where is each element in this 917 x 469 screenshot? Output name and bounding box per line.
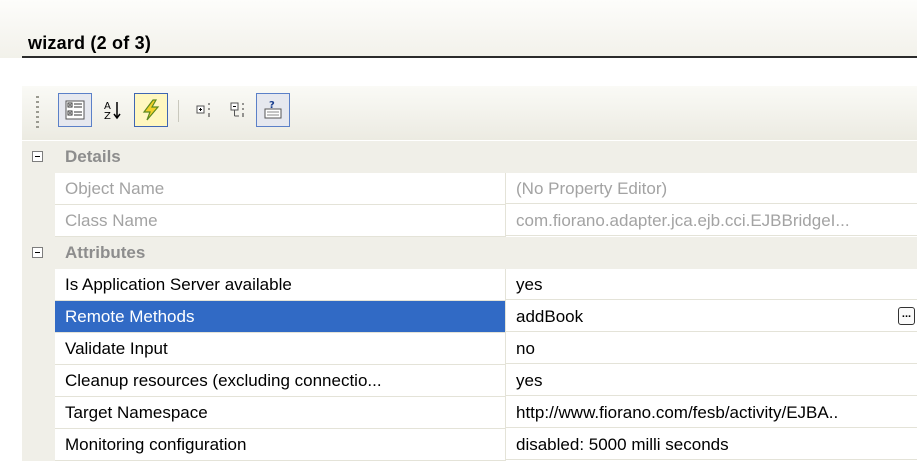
- property-toolbar: A Z ?: [22, 86, 917, 140]
- property-value-text: addBook: [516, 307, 584, 326]
- property-name: Validate Input: [55, 333, 506, 365]
- property-value[interactable]: addBook ...: [506, 301, 917, 332]
- property-value[interactable]: http://www.fiorano.com/fesb/activity/EJB…: [506, 397, 917, 428]
- categorized-view-icon: [65, 100, 85, 120]
- property-value[interactable]: yes: [506, 365, 917, 396]
- property-value: com.fiorano.adapter.jca.ejb.cci.EJBBridg…: [506, 205, 917, 236]
- svg-text:?: ?: [269, 100, 275, 111]
- title-divider: [22, 56, 917, 58]
- toolbar-grip[interactable]: [36, 96, 39, 128]
- ellipsis-editor-button[interactable]: ...: [898, 307, 915, 325]
- property-name: Cleanup resources (excluding connectio..…: [55, 365, 506, 397]
- property-sheet-panel: wizard (2 of 3) A Z ? Details Object Nam…: [0, 0, 917, 469]
- property-row-monitoring-configuration[interactable]: Monitoring configuration disabled: 5000 …: [22, 429, 917, 461]
- property-value: (No Property Editor): [506, 173, 917, 204]
- property-help-button[interactable]: ?: [256, 93, 290, 127]
- category-label: Attributes: [65, 243, 146, 262]
- property-row-app-server-available[interactable]: Is Application Server available yes: [22, 269, 917, 301]
- collapse-toggle-icon[interactable]: [32, 247, 43, 258]
- property-row-object-name[interactable]: Object Name (No Property Editor): [22, 173, 917, 205]
- expand-all-button[interactable]: [188, 93, 222, 127]
- panel-header: wizard (2 of 3): [0, 0, 917, 58]
- category-details[interactable]: Details: [22, 141, 917, 173]
- property-name: Monitoring configuration: [55, 429, 506, 461]
- property-row-class-name[interactable]: Class Name com.fiorano.adapter.jca.ejb.c…: [22, 205, 917, 237]
- categorized-view-button[interactable]: [58, 93, 92, 127]
- property-row-validate-input[interactable]: Validate Input no: [22, 333, 917, 365]
- property-name: Class Name: [55, 205, 506, 237]
- property-name: Remote Methods: [55, 301, 506, 333]
- property-name: Is Application Server available: [55, 269, 506, 301]
- property-name: Object Name: [55, 173, 506, 205]
- category-attributes[interactable]: Attributes: [22, 237, 917, 269]
- property-row-cleanup-resources[interactable]: Cleanup resources (excluding connectio..…: [22, 365, 917, 397]
- events-button[interactable]: [134, 93, 168, 127]
- sort-alphabetical-icon: A Z: [104, 101, 121, 121]
- property-name: Target Namespace: [55, 397, 506, 429]
- events-lightning-icon: [142, 99, 160, 121]
- collapse-all-icon: [230, 102, 244, 117]
- panel-title: wizard (2 of 3): [28, 33, 152, 53]
- svg-text:Z: Z: [104, 111, 111, 121]
- property-value[interactable]: no: [506, 333, 917, 364]
- toolbar-separator: [178, 100, 179, 122]
- sort-alphabetical-button[interactable]: A Z: [96, 93, 130, 127]
- property-row-target-namespace[interactable]: Target Namespace http://www.fiorano.com/…: [22, 397, 917, 429]
- property-value[interactable]: disabled: 5000 milli seconds: [506, 429, 917, 460]
- category-label: Details: [65, 147, 121, 166]
- property-value[interactable]: yes: [506, 269, 917, 300]
- property-grid: Details Object Name (No Property Editor)…: [22, 141, 917, 461]
- property-help-icon: ?: [264, 100, 282, 119]
- property-row-remote-methods[interactable]: Remote Methods addBook ...: [22, 301, 917, 333]
- expand-all-icon: [196, 103, 210, 117]
- collapse-toggle-icon[interactable]: [32, 151, 43, 162]
- collapse-all-button[interactable]: [222, 93, 256, 127]
